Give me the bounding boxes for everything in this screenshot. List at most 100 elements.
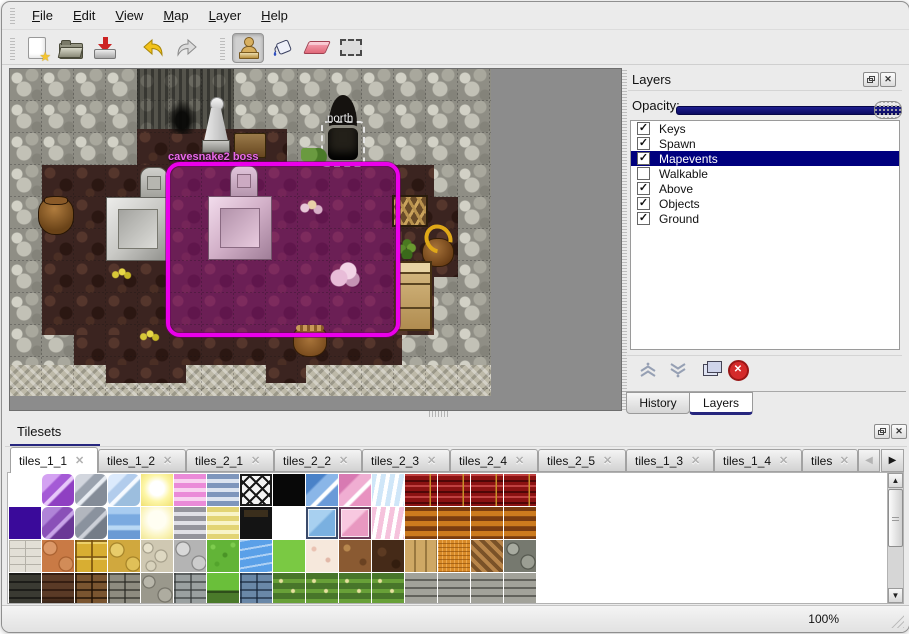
tileset-tile[interactable] [438,474,470,506]
tileset-tile[interactable] [9,540,41,572]
tileset-tile[interactable] [141,540,173,572]
map-area[interactable]: north cavesnake2 boss [10,69,491,396]
menubar-grip[interactable] [10,8,15,24]
close-icon[interactable]: ✕ [880,72,896,87]
tileset-tab-tiles_1[interactable]: tiles_1_✕ [802,449,858,472]
tileset-tile[interactable] [207,540,239,572]
tileset-tile[interactable] [339,573,371,604]
tileset-tile[interactable] [273,507,305,539]
menu-help[interactable]: Help [251,5,298,26]
toolbar-grip[interactable] [10,36,15,60]
tileset-tile[interactable] [42,573,74,604]
tileset-tile[interactable] [438,507,470,539]
tileset-tile[interactable] [75,474,107,506]
close-icon[interactable]: ✕ [891,424,907,439]
tileset-tile[interactable] [141,474,173,506]
tileset-tile[interactable] [504,573,536,604]
scroll-up-icon[interactable]: ▲ [888,473,903,488]
tileset-tab-tiles_1_2[interactable]: tiles_1_2✕ [98,449,186,472]
fill-button[interactable] [268,34,298,62]
tileset-tile[interactable] [9,507,41,539]
layer-row-ground[interactable]: ✓Ground [631,211,899,226]
tileset-tile[interactable] [372,507,404,539]
tileset-tile[interactable] [108,540,140,572]
tileset-tile[interactable] [207,573,239,604]
tab-layers[interactable]: Layers [689,392,753,415]
move-down-button[interactable] [666,360,690,380]
tileset-tile[interactable] [75,540,107,572]
resize-grip[interactable] [887,611,904,628]
tileset-tile[interactable] [504,474,536,506]
tileset-tile[interactable] [405,474,437,506]
tileset-tile[interactable] [108,474,140,506]
open-folder-button[interactable] [56,34,86,62]
tileset-tile[interactable] [306,540,338,572]
menu-view[interactable]: View [105,5,153,26]
layer-row-objects[interactable]: ✓Objects [631,196,899,211]
scrollbar-thumb[interactable] [888,489,903,547]
menu-file[interactable]: File [22,5,63,26]
tab-close-icon[interactable]: ✕ [163,454,172,467]
tileset-tile[interactable] [108,507,140,539]
tileset-tile[interactable] [471,573,503,604]
tileset-tile[interactable] [405,573,437,604]
duplicate-button[interactable] [698,360,722,380]
tab-scroll-left-icon[interactable]: ◀ [858,449,880,472]
tileset-tile[interactable] [306,474,338,506]
tileset-tile[interactable] [372,573,404,604]
tileset-tile[interactable] [273,540,305,572]
layer-row-spawn[interactable]: ✓Spawn [631,136,899,151]
float-icon[interactable] [874,424,890,439]
tab-close-icon[interactable]: ✕ [840,454,849,467]
layer-checkbox-spawn[interactable]: ✓ [637,137,650,150]
tileset-tile[interactable] [405,540,437,572]
layer-row-mapevents[interactable]: ✓Mapevents [631,151,899,166]
tileset-tile[interactable] [471,507,503,539]
tileset-tile[interactable] [75,507,107,539]
tab-scroll-right-icon[interactable]: ▶ [881,449,904,472]
new-file-button[interactable]: ★ [22,34,52,62]
tab-close-icon[interactable]: ✕ [691,454,700,467]
tileset-tile[interactable] [240,474,272,506]
layer-checkbox-keys[interactable]: ✓ [637,122,650,135]
layer-checkbox-objects[interactable]: ✓ [637,197,650,210]
layer-checkbox-ground[interactable]: ✓ [637,212,650,225]
stamp-button[interactable] [232,33,264,63]
tileset-tile[interactable] [405,507,437,539]
tab-close-icon[interactable]: ✕ [603,454,612,467]
tilesets-dock-title[interactable]: Tilesets [17,424,61,439]
layer-checkbox-mapevents[interactable]: ✓ [637,152,650,165]
tileset-tab-tiles_2_2[interactable]: tiles_2_2✕ [274,449,362,472]
move-up-button[interactable] [636,360,660,380]
tileset-tile[interactable] [273,474,305,506]
menu-layer[interactable]: Layer [199,5,252,26]
tab-close-icon[interactable]: ✕ [427,454,436,467]
delete-button[interactable]: ✕ [726,360,750,380]
tileset-tile[interactable] [141,507,173,539]
tileset-tile[interactable] [273,573,305,604]
opacity-slider-track[interactable] [676,106,902,115]
tileset-tile[interactable] [240,507,272,539]
tab-history[interactable]: History [626,392,690,414]
tileset-tab-tiles_1_3[interactable]: tiles_1_3✕ [626,449,714,472]
tileset-tile[interactable] [9,573,41,604]
tileset-tile[interactable] [339,474,371,506]
tileset-tile[interactable] [339,507,371,539]
tab-close-icon[interactable]: ✕ [339,454,348,467]
tileset-tile[interactable] [471,540,503,572]
tileset-tile[interactable] [306,507,338,539]
tileset-tile[interactable] [339,540,371,572]
opacity-slider-handle[interactable] [874,101,902,119]
tileset-tab-tiles_1_4[interactable]: tiles_1_4✕ [714,449,802,472]
tileset-tile[interactable] [108,573,140,604]
tileset-tile[interactable] [438,573,470,604]
tileset-tile[interactable] [141,573,173,604]
tab-close-icon[interactable]: ✕ [75,454,84,467]
menu-map[interactable]: Map [153,5,198,26]
map-canvas[interactable]: north cavesnake2 boss [9,68,622,411]
tileset-tab-tiles_2_5[interactable]: tiles_2_5✕ [538,449,626,472]
tileset-tile[interactable] [174,540,206,572]
tileset-tile[interactable] [174,507,206,539]
menu-edit[interactable]: Edit [63,5,105,26]
tileset-scrollbar[interactable]: ▲ ▼ [887,472,904,604]
